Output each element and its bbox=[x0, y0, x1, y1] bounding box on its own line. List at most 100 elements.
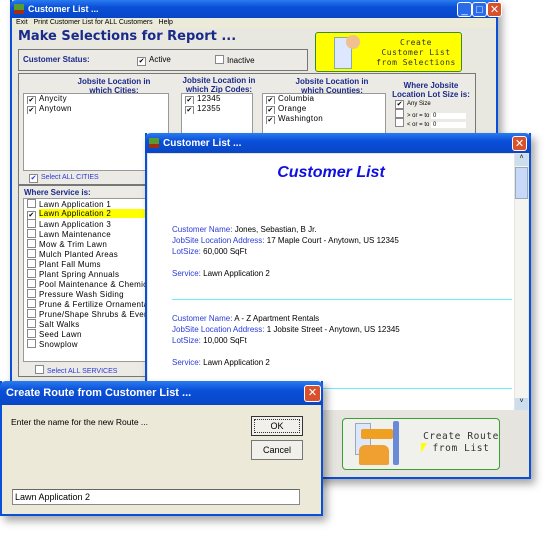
checkbox[interactable] bbox=[27, 329, 36, 338]
dialog-title: Create Route from Customer List ... bbox=[6, 387, 192, 399]
service-item[interactable]: Lawn Maintenance bbox=[24, 229, 158, 239]
zip-header: Jobsite Location in which Zip Codes: bbox=[182, 76, 256, 94]
service-item[interactable]: Snowplow bbox=[24, 339, 158, 349]
menu-print[interactable]: Print Customer List for ALL Customers bbox=[34, 19, 153, 26]
checkbox[interactable]: ✔ bbox=[27, 211, 36, 219]
service-item[interactable]: Plant Fall Mums bbox=[24, 259, 158, 269]
status-panel: Customer Status: ✔ Active Inactive bbox=[18, 49, 308, 71]
ok-button[interactable]: OK bbox=[251, 416, 303, 436]
minimize-button[interactable]: _ bbox=[457, 2, 472, 17]
maximize-button[interactable]: □ bbox=[472, 2, 487, 17]
create-button-line: Customer List bbox=[381, 48, 451, 57]
customer-record: Customer Name: Jones, Sebastian, B Jr. Jo… bbox=[172, 225, 399, 278]
scroll-up-arrow[interactable]: ˄ bbox=[515, 154, 528, 166]
county-item[interactable]: ✔ Columbia bbox=[263, 94, 385, 104]
menu-help[interactable]: Help bbox=[159, 19, 173, 26]
checkbox[interactable] bbox=[27, 319, 36, 328]
service-item[interactable]: Prune & Fertilize Ornamentals bbox=[24, 299, 158, 309]
service-panel: Where Service is: Lawn Application 1 ✔ Law… bbox=[18, 185, 160, 377]
service-item[interactable]: Seed Lawn bbox=[24, 329, 158, 339]
checkbox[interactable] bbox=[27, 239, 36, 248]
checkbox[interactable] bbox=[27, 339, 36, 348]
app-icon bbox=[14, 4, 24, 14]
service-item[interactable]: Plant Spring Annuals bbox=[24, 269, 158, 279]
scroll-down-arrow[interactable]: ˅ bbox=[515, 398, 528, 410]
checkbox[interactable] bbox=[27, 229, 36, 238]
inactive-checkbox[interactable]: Inactive bbox=[215, 55, 255, 65]
service-item[interactable]: Prune/Shape Shrubs & Evergreens bbox=[24, 309, 158, 319]
route-button-line: Create Route bbox=[423, 431, 499, 442]
service-item[interactable]: Pool Maintenance & Chemicals bbox=[24, 279, 158, 289]
city-item[interactable]: ✔ Anytown bbox=[24, 104, 168, 114]
create-button-line: from Selections bbox=[376, 58, 456, 67]
active-checkbox[interactable]: ✔ Active bbox=[137, 55, 171, 66]
record-lot: 60,000 SqFt bbox=[203, 247, 247, 256]
zip-item[interactable]: ✔ 12345 bbox=[182, 94, 252, 104]
service-item[interactable]: Lawn Application 1 bbox=[24, 199, 158, 209]
service-list[interactable]: Lawn Application 1 ✔ Lawn Application 2 Law… bbox=[23, 198, 158, 362]
lot-lte-input[interactable]: 0 bbox=[431, 122, 467, 128]
select-all-services-checkbox[interactable]: Select ALL SERVICES bbox=[35, 365, 117, 375]
route-name-input[interactable]: Lawn Application 2 bbox=[12, 489, 300, 505]
report-titlebar: Customer List ... bbox=[145, 133, 531, 153]
menu-exit[interactable]: Exit bbox=[16, 19, 28, 26]
service-item[interactable]: Mulch Planted Areas bbox=[24, 249, 158, 259]
record-service: Lawn Application 2 bbox=[203, 269, 270, 278]
checkbox[interactable] bbox=[27, 299, 36, 308]
service-item[interactable]: Salt Walks bbox=[24, 319, 158, 329]
person-icon bbox=[346, 35, 360, 49]
city-item[interactable]: ✔ Anycity bbox=[24, 94, 168, 104]
checkbox[interactable] bbox=[27, 259, 36, 268]
customer-record: Customer Name: A - Z Apartment Rentals Jo… bbox=[172, 314, 400, 367]
record-lot: 10,000 SqFt bbox=[203, 336, 247, 345]
main-title: Customer List ... bbox=[28, 4, 99, 14]
create-customer-list-button[interactable]: Create Customer List from Selections bbox=[315, 32, 462, 72]
service-item[interactable]: Lawn Application 3 bbox=[24, 219, 158, 229]
service-header: Where Service is: bbox=[24, 188, 91, 197]
create-route-dialog: Create Route from Customer List ... ✕ En… bbox=[0, 381, 323, 516]
menu-bar: Exit Print Customer List for ALL Custome… bbox=[12, 18, 496, 28]
service-item[interactable]: ✔ Lawn Application 2 bbox=[24, 209, 158, 219]
zip-item[interactable]: ✔ 12355 bbox=[182, 104, 252, 114]
dialog-close-button[interactable]: ✕ bbox=[304, 385, 321, 402]
report-scrollbar[interactable]: ˄ ˅ bbox=[515, 154, 528, 410]
checkbox[interactable] bbox=[27, 219, 36, 228]
service-item[interactable]: Pressure Wash Siding bbox=[24, 289, 158, 299]
dialog-titlebar: Create Route from Customer List ... bbox=[0, 381, 323, 405]
lot-header: Where Jobsite Location Lot Size is: bbox=[392, 81, 470, 99]
record-name: A - Z Apartment Rentals bbox=[234, 314, 320, 323]
page-heading: Make Selections for Report ... bbox=[18, 29, 237, 44]
create-route-button[interactable]: Create Route from List bbox=[342, 418, 500, 470]
record-separator bbox=[172, 299, 512, 300]
record-address: 1 Jobsite Street - Anytown, US 12345 bbox=[266, 325, 400, 334]
checkbox[interactable] bbox=[27, 289, 36, 298]
record-name: Jones, Sebastian, B Jr. bbox=[234, 225, 317, 234]
car-icon bbox=[359, 445, 389, 465]
arrow-sign-icon bbox=[361, 429, 393, 439]
dialog-prompt: Enter the name for the new Route ... bbox=[11, 417, 149, 427]
signpost-icon bbox=[393, 421, 399, 465]
county-item[interactable]: ✔ Orange bbox=[263, 104, 385, 114]
checkbox[interactable] bbox=[27, 199, 36, 208]
report-title: Customer List ... bbox=[163, 137, 242, 149]
service-item[interactable]: Mow & Trim Lawn bbox=[24, 239, 158, 249]
scroll-thumb[interactable] bbox=[515, 167, 528, 199]
report-close-button[interactable]: ✕ bbox=[512, 136, 527, 151]
checkbox[interactable] bbox=[27, 279, 36, 288]
main-titlebar: Customer List ... bbox=[10, 0, 498, 18]
close-button[interactable]: ✕ bbox=[487, 2, 502, 17]
cancel-button[interactable]: Cancel bbox=[251, 440, 303, 460]
app-icon bbox=[149, 138, 159, 148]
status-label: Customer Status: bbox=[23, 55, 90, 64]
create-button-line: Create bbox=[400, 38, 432, 47]
route-button-line: from List bbox=[432, 443, 490, 454]
record-service: Lawn Application 2 bbox=[203, 358, 270, 367]
select-all-cities-checkbox[interactable]: ✔ Select ALL CITIES bbox=[29, 174, 99, 183]
checkbox[interactable] bbox=[27, 269, 36, 278]
lot-any-checkbox[interactable]: ✔ Any Size bbox=[395, 100, 431, 109]
checkbox[interactable] bbox=[27, 249, 36, 258]
lot-lte-checkbox[interactable]: < or = to 0 bbox=[395, 118, 467, 128]
county-item[interactable]: ✔ Washington bbox=[263, 114, 385, 124]
checkbox[interactable] bbox=[27, 309, 36, 318]
record-address: 17 Maple Court - Anytown, US 12345 bbox=[266, 236, 399, 245]
